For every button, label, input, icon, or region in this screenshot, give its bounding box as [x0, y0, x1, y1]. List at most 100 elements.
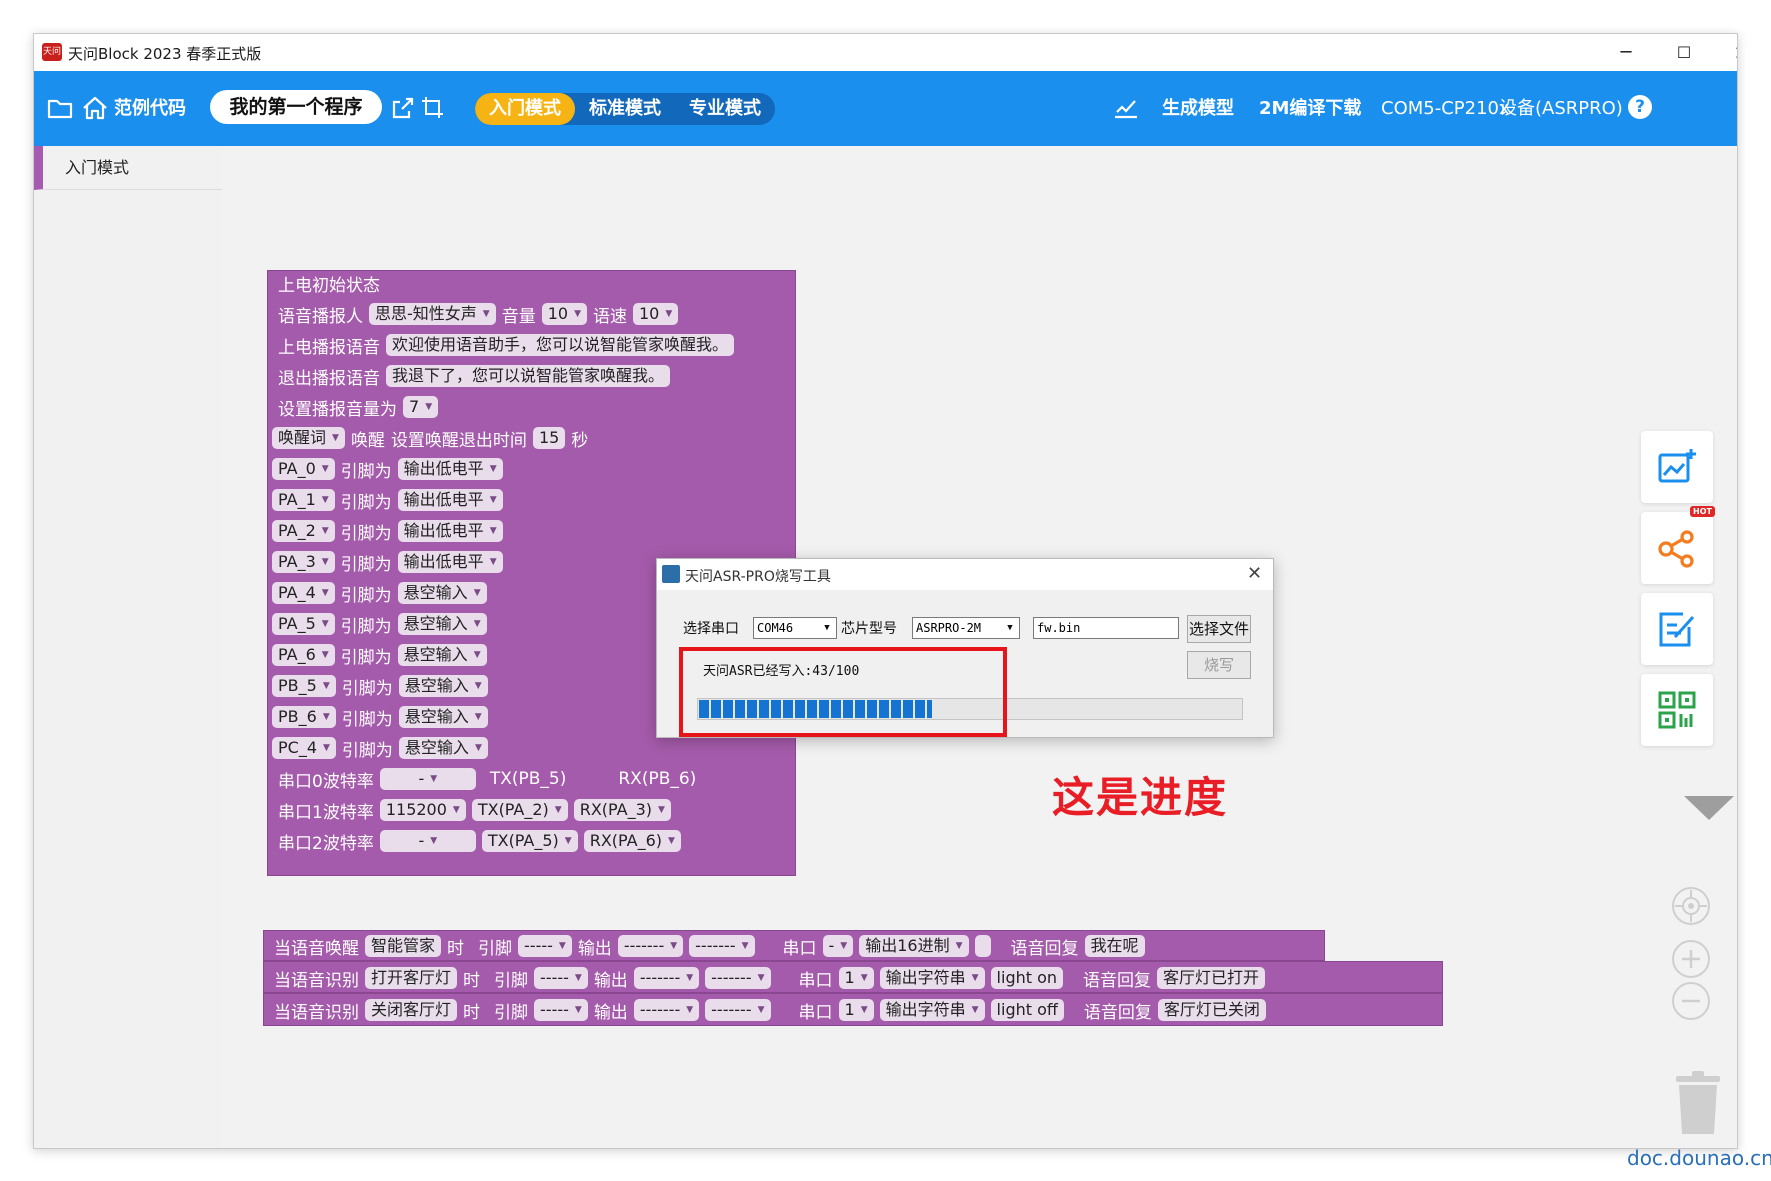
- share-export-icon[interactable]: [388, 93, 418, 123]
- trash-icon[interactable]: [1674, 1070, 1722, 1136]
- timeout-field[interactable]: 15: [532, 427, 566, 449]
- recenter-button[interactable]: [1672, 887, 1710, 925]
- wake-word-dropdown[interactable]: 唤醒词 ▼: [272, 427, 345, 449]
- close-button[interactable]: ✕: [1719, 38, 1737, 68]
- pin-mode-dropdown[interactable]: 悬空输入 ▼: [397, 613, 487, 635]
- sidebar-item-beginner[interactable]: 入门模式: [34, 146, 222, 190]
- uart-tx-dropdown[interactable]: TX(PA_5) ▼: [481, 830, 578, 852]
- add-image-tool[interactable]: [1641, 431, 1713, 503]
- event-level-dropdown[interactable]: ------- ▼: [705, 999, 771, 1021]
- compile-download-button[interactable]: 2M编译下载: [1259, 71, 1361, 146]
- event-pin-dropdown[interactable]: ----- ▼: [534, 967, 588, 989]
- uart-tx-dropdown[interactable]: TX(PA_2) ▼: [471, 799, 568, 821]
- pin-mode-dropdown[interactable]: 悬空输入 ▼: [398, 737, 488, 759]
- event-reply-field[interactable]: 客厅灯已关闭: [1157, 999, 1266, 1021]
- event-reply-field[interactable]: 我在呢: [1084, 935, 1145, 957]
- pin-dropdown[interactable]: PA_4 ▼: [272, 582, 335, 604]
- uart-rx-dropdown[interactable]: RX(PA_3) ▼: [573, 799, 671, 821]
- pin-dropdown[interactable]: PA_3 ▼: [272, 551, 335, 573]
- uart-baud-dropdown[interactable]: 115200 ▼: [379, 799, 466, 821]
- event-out-dropdown[interactable]: ------- ▼: [617, 935, 684, 957]
- pin-dropdown[interactable]: PA_6 ▼: [272, 644, 335, 666]
- pin-dropdown[interactable]: PC_4 ▼: [272, 737, 336, 759]
- pin-label: 引脚为: [341, 709, 393, 730]
- mode-beginner-tab[interactable]: 入门模式: [475, 93, 575, 125]
- voice-dropdown[interactable]: 思思-知性女声 ▼: [369, 303, 496, 325]
- event-reply-field[interactable]: 客厅灯已打开: [1157, 967, 1266, 989]
- pin-mode-dropdown[interactable]: 悬空输入 ▼: [397, 582, 487, 604]
- pin-mode-dropdown[interactable]: 悬空输入 ▼: [398, 675, 488, 697]
- mode-standard-tab[interactable]: 标准模式: [575, 93, 675, 125]
- pin-mode-dropdown[interactable]: 输出低电平 ▼: [397, 458, 503, 480]
- mode-pro-tab[interactable]: 专业模式: [675, 93, 775, 125]
- exit-text-field[interactable]: 我退下了，您可以说智能管家唤醒我。: [386, 365, 671, 387]
- event-word-field[interactable]: 智能管家: [365, 935, 442, 957]
- port-combo[interactable]: COM46 ▼: [753, 617, 837, 639]
- pin-mode-dropdown[interactable]: 输出低电平 ▼: [397, 489, 503, 511]
- maximize-button[interactable]: ☐: [1661, 38, 1707, 68]
- minimize-button[interactable]: ─: [1603, 38, 1649, 68]
- event-payload-field[interactable]: light off: [990, 999, 1064, 1021]
- volume-dropdown[interactable]: 10 ▼: [541, 303, 587, 325]
- event-out-dropdown[interactable]: ------- ▼: [633, 967, 700, 989]
- generate-model-button[interactable]: 生成模型: [1162, 71, 1234, 146]
- pin-dropdown[interactable]: PA_1 ▼: [272, 489, 335, 511]
- event-format-dropdown[interactable]: 输出字符串 ▼: [879, 967, 985, 989]
- event-payload-field[interactable]: light on: [990, 967, 1064, 989]
- window-title: 天问Block 2023 春季正式版: [68, 45, 262, 63]
- volume-set-dropdown[interactable]: 7 ▼: [403, 396, 439, 418]
- qrcode-tool[interactable]: [1641, 674, 1713, 746]
- file-path-field[interactable]: fw.bin: [1033, 617, 1179, 639]
- event-block-wake[interactable]: 当语音唤醒 智能管家 时 引脚 ----- ▼ 输出 ------- ▼ -----…: [263, 930, 1325, 961]
- event-uart-dropdown[interactable]: 1 ▼: [838, 999, 874, 1021]
- pin-dropdown[interactable]: PA_2 ▼: [272, 520, 335, 542]
- home-icon[interactable]: [80, 93, 110, 123]
- pin-dropdown[interactable]: PA_5 ▼: [272, 613, 335, 635]
- event-level-dropdown[interactable]: ------- ▼: [689, 935, 755, 957]
- greeting-text-field[interactable]: 欢迎使用语音助手，您可以说智能管家唤醒我。: [386, 334, 735, 356]
- serial-plot-icon[interactable]: [1111, 93, 1141, 123]
- event-level-dropdown[interactable]: ------- ▼: [705, 967, 771, 989]
- event-pin-dropdown[interactable]: ----- ▼: [518, 935, 572, 957]
- event-pin-dropdown[interactable]: ----- ▼: [534, 999, 588, 1021]
- pin-row: PC_4 ▼ 引脚为 悬空输入 ▼: [272, 736, 494, 761]
- notes-tool[interactable]: [1641, 593, 1713, 665]
- chip-combo[interactable]: ASRPRO-2M ▼: [912, 617, 1020, 639]
- crosshair-icon: [1675, 890, 1707, 922]
- collapse-tools-arrow-icon[interactable]: [1684, 796, 1734, 820]
- pin-mode-dropdown[interactable]: 悬空输入 ▼: [397, 644, 487, 666]
- speed-dropdown[interactable]: 10 ▼: [632, 303, 679, 325]
- crop-icon[interactable]: [418, 93, 448, 123]
- device-selector[interactable]: 设备(ASRPRO): [1499, 71, 1623, 146]
- pin-mode-dropdown[interactable]: 输出低电平 ▼: [397, 520, 503, 542]
- event-block-light-on[interactable]: 当语音识别 打开客厅灯 时 引脚 ----- ▼ 输出 ------- ▼ ----…: [263, 961, 1443, 993]
- pin-dropdown[interactable]: PB_5 ▼: [272, 675, 336, 697]
- event-format-dropdown[interactable]: 输出字符串 ▼: [879, 999, 985, 1021]
- pin-mode-dropdown[interactable]: 悬空输入 ▼: [398, 706, 488, 728]
- zoom-out-button[interactable]: [1672, 982, 1710, 1020]
- help-icon[interactable]: ?: [1628, 95, 1652, 119]
- pin-mode-dropdown[interactable]: 输出低电平 ▼: [397, 551, 503, 573]
- event-uart-dropdown[interactable]: 1 ▼: [838, 967, 874, 989]
- open-folder-icon[interactable]: [46, 93, 76, 123]
- event-word-field[interactable]: 打开客厅灯: [365, 967, 458, 989]
- burn-button[interactable]: 烧写: [1187, 651, 1251, 679]
- event-word-field[interactable]: 关闭客厅灯: [365, 999, 458, 1021]
- pin-dropdown[interactable]: PB_6 ▼: [272, 706, 336, 728]
- pin-dropdown[interactable]: PA_0 ▼: [272, 458, 335, 480]
- uart-rx-dropdown[interactable]: RX(PA_6) ▼: [583, 830, 681, 852]
- share-tool[interactable]: HOT: [1641, 506, 1715, 584]
- dialog-close-button[interactable]: ✕: [1247, 563, 1262, 584]
- event-uart-dropdown[interactable]: - ▼: [822, 935, 854, 957]
- event-out-dropdown[interactable]: ------- ▼: [633, 999, 700, 1021]
- event-format-dropdown[interactable]: 输出16进制 ▼: [859, 935, 969, 957]
- uart-baud-dropdown[interactable]: - ▼: [379, 830, 476, 852]
- zoom-in-button[interactable]: [1672, 940, 1710, 978]
- event-payload-field[interactable]: [974, 935, 991, 957]
- program-name-field[interactable]: 我的第一个程序: [210, 90, 382, 124]
- event-block-light-off[interactable]: 当语音识别 关闭客厅灯 时 引脚 ----- ▼ 输出 ------- ▼ ----…: [263, 993, 1443, 1026]
- uart-baud-dropdown[interactable]: - ▼: [379, 768, 476, 790]
- examples-button[interactable]: 范例代码: [114, 71, 186, 146]
- port-selector[interactable]: COM5-CP210x: [1381, 71, 1510, 146]
- choose-file-button[interactable]: 选择文件: [1187, 615, 1251, 643]
